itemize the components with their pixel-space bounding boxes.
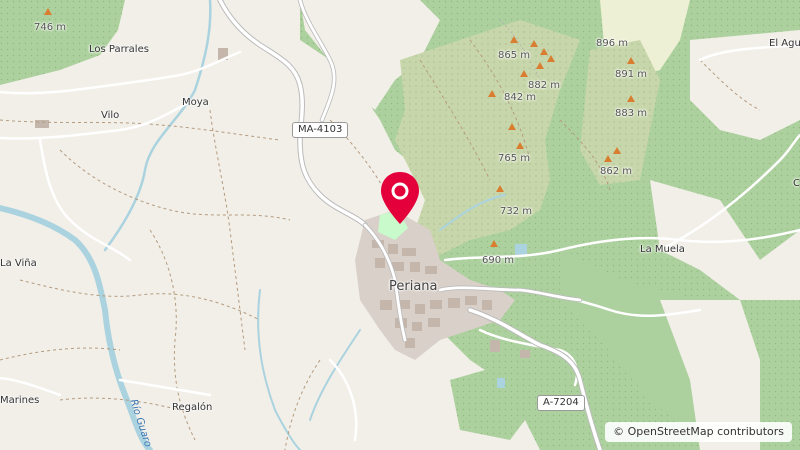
place-label-moya: Moya — [182, 97, 209, 108]
peak-icon — [490, 240, 498, 247]
peak-icon — [516, 142, 524, 149]
peak-icon — [520, 70, 528, 77]
road-shield-a7204: A-7204 — [537, 395, 585, 411]
peak-icon — [496, 185, 504, 192]
peak-label: 882 m — [528, 80, 561, 91]
place-label-periana: Periana — [389, 279, 438, 294]
peak-icon — [540, 48, 548, 55]
map-view[interactable]: 746 m 865 m 882 m 842 m 896 m 891 m 883 … — [0, 0, 800, 450]
place-label-la-muela: La Muela — [640, 244, 685, 255]
peak-icon — [547, 55, 555, 62]
peak-label: 891 m — [615, 69, 648, 80]
peak-icon — [613, 147, 621, 154]
copyright-symbol: © — [613, 425, 625, 438]
road-shield-ma4103: MA-4103 — [292, 122, 349, 138]
peak-label: 896 m — [596, 38, 629, 49]
peak-icon — [488, 90, 496, 97]
place-label-marines: Marines — [0, 395, 40, 406]
peak-icon — [536, 62, 544, 69]
place-label-vilo: Vilo — [101, 110, 120, 121]
peak-icon — [604, 155, 612, 162]
peak-icon — [627, 57, 635, 64]
peak-label: 746 m — [34, 22, 67, 33]
place-label-edge-c: C — [793, 178, 800, 189]
attribution-link[interactable]: OpenStreetMap contributors — [628, 425, 784, 438]
peak-label: 842 m — [504, 92, 537, 103]
attribution[interactable]: © OpenStreetMap contributors — [605, 422, 792, 442]
peak-label: 732 m — [500, 206, 533, 217]
peak-label: 765 m — [498, 153, 531, 164]
peak-label: 865 m — [498, 50, 531, 61]
peak-icon — [627, 95, 635, 102]
place-label-regalon: Regalón — [172, 402, 213, 413]
peak-label: 690 m — [482, 255, 515, 266]
place-label-los-parrales: Los Parrales — [89, 44, 149, 55]
peak-label: 862 m — [600, 166, 633, 177]
peak-icon — [510, 36, 518, 43]
peak-icon — [508, 123, 516, 130]
peak-label: 883 m — [615, 108, 648, 119]
peak-icon — [530, 40, 538, 47]
place-label-la-vina: La Viña — [0, 258, 37, 269]
place-label-el-agu: El Agu — [769, 38, 800, 49]
map-pin-icon[interactable] — [377, 170, 423, 226]
peak-icon — [44, 8, 52, 15]
